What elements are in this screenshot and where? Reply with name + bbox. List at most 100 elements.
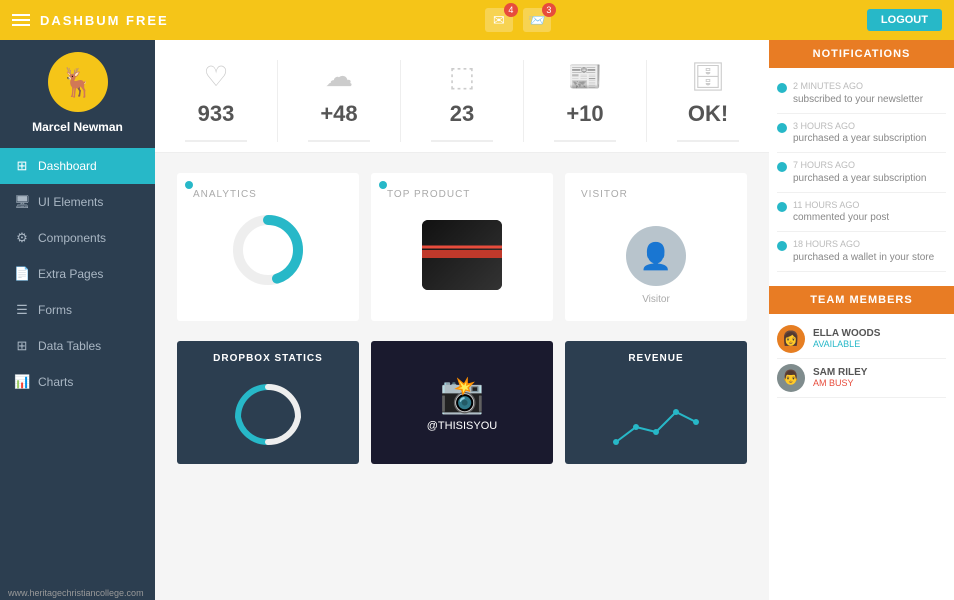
- stat-cloud: ☁ +48: [278, 60, 401, 142]
- heart-icon: ♡: [203, 60, 228, 93]
- team-member-name: ELLA WOODS: [813, 328, 946, 339]
- bottom-row: DROPBOX STATICS 📸 @THISISYOU REVENUE: [155, 341, 769, 480]
- monitor-icon: 🖥: [14, 194, 30, 210]
- sidebar-item-label: Dashboard: [38, 159, 97, 173]
- topbar-right: LOGOUT: [867, 9, 942, 31]
- news-icon: 📰: [568, 60, 603, 93]
- notif-text: 2 MINUTES AGO subscribed to your newslet…: [793, 80, 923, 107]
- sidebar-item-charts[interactable]: 📊 Charts: [0, 364, 155, 400]
- hamburger-menu[interactable]: [12, 14, 30, 26]
- product-dot: [379, 181, 387, 189]
- visitor-avatar: 👤: [626, 226, 686, 286]
- stat-divider: [308, 140, 369, 142]
- topbar-left: DASHBUM FREE: [12, 13, 169, 28]
- nav-list: ⊞ Dashboard 🖥 UI Elements ⚙ Components 📄…: [0, 148, 155, 400]
- stat-db-value: OK!: [688, 101, 728, 127]
- widget-product-label: TOP PRODUCT: [387, 189, 470, 200]
- team-member-name: SAM RILEY: [813, 367, 946, 378]
- sidebar-item-label: Charts: [38, 375, 73, 389]
- sidebar-item-ui-elements[interactable]: 🖥 UI Elements: [0, 184, 155, 220]
- sidebar-item-data-tables[interactable]: ⊞ Data Tables: [0, 328, 155, 364]
- analytics-dot: [185, 181, 193, 189]
- pages-icon: 📄: [14, 266, 30, 282]
- dropbox-chart: [189, 372, 347, 452]
- avatar: 🦌: [48, 52, 108, 112]
- widget-dropbox: DROPBOX STATICS: [177, 341, 359, 464]
- main-layout: 🦌 Marcel Newman ⊞ Dashboard 🖥 UI Element…: [0, 40, 954, 600]
- cloud-icon: ☁: [325, 60, 353, 93]
- wallet-stripe-bright: [422, 245, 502, 248]
- revenue-title: REVENUE: [577, 353, 735, 364]
- team-list: 👩 ELLA WOODS AVAILABLE 👨 SAM RILEY AM BU…: [769, 314, 954, 404]
- revenue-chart: [577, 372, 735, 452]
- donut-chart: [228, 210, 308, 290]
- notif-item: 3 HOURS AGO purchased a year subscriptio…: [777, 114, 946, 154]
- stat-divider: [677, 140, 738, 142]
- team-avatar: 👩: [777, 325, 805, 353]
- stat-db: 🗄 OK!: [647, 60, 769, 142]
- mail-badge: 4: [504, 3, 518, 17]
- notif-dot: [777, 83, 787, 93]
- sidebar-item-components[interactable]: ⚙ Components: [0, 220, 155, 256]
- database-icon: 🗄: [690, 60, 726, 93]
- sidebar-item-label: Forms: [38, 303, 72, 317]
- dashboard-icon: ⊞: [14, 158, 30, 174]
- mail-icon-wrap[interactable]: ✉ 4: [485, 8, 513, 32]
- wallet-image: [422, 220, 502, 290]
- components-icon: ⚙: [14, 230, 30, 246]
- notif-text: 18 HOURS AGO purchased a wallet in your …: [793, 238, 934, 265]
- team-item: 👨 SAM RILEY AM BUSY: [777, 359, 946, 398]
- stat-likes-value: 933: [198, 101, 235, 127]
- widget-revenue: REVENUE: [565, 341, 747, 464]
- team-info: SAM RILEY AM BUSY: [813, 367, 946, 388]
- topbar: DASHBUM FREE ✉ 4 📨 3 LOGOUT: [0, 0, 954, 40]
- team-item: 👩 ELLA WOODS AVAILABLE: [777, 320, 946, 359]
- notif-item: 2 MINUTES AGO subscribed to your newslet…: [777, 74, 946, 114]
- notif-text: 11 HOURS AGO commented your post: [793, 199, 889, 226]
- notifications-header: NOTIFICATIONS: [769, 40, 954, 68]
- deer-icon: 🦌: [60, 66, 95, 99]
- sidebar-item-label: Data Tables: [38, 339, 101, 353]
- dropbox-title: DROPBOX STATICS: [189, 353, 347, 364]
- logout-button[interactable]: LOGOUT: [867, 9, 942, 31]
- widget-instagram: 📸 @THISISYOU: [371, 341, 553, 464]
- stat-likes: ♡ 933: [155, 60, 278, 142]
- notif-dot: [777, 162, 787, 172]
- stat-cloud-value: +48: [320, 101, 357, 127]
- sidebar-item-forms[interactable]: ☰ Forms: [0, 292, 155, 328]
- notif-item: 18 HOURS AGO purchased a wallet in your …: [777, 232, 946, 272]
- forms-icon: ☰: [14, 302, 30, 318]
- widget-product: TOP PRODUCT: [371, 173, 553, 321]
- notif-dot: [777, 123, 787, 133]
- widget-analytics-label: ANALYTICS: [193, 189, 257, 200]
- team-avatar: 👨: [777, 364, 805, 392]
- topbar-icons: ✉ 4 📨 3: [485, 8, 551, 32]
- sidebar-item-extra-pages[interactable]: 📄 Extra Pages: [0, 256, 155, 292]
- team-members-header: TEAM MEMBERS: [769, 286, 954, 314]
- stat-inbox: ⬚ 23: [401, 60, 524, 142]
- inbox-icon: ⬚: [449, 60, 475, 93]
- instagram-icon: 📸: [440, 374, 485, 416]
- notif-text: 7 HOURS AGO purchased a year subscriptio…: [793, 159, 926, 186]
- sidebar-item-label: UI Elements: [38, 195, 103, 209]
- notif-dot: [777, 202, 787, 212]
- notif-item: 7 HOURS AGO purchased a year subscriptio…: [777, 153, 946, 193]
- stat-divider: [554, 140, 615, 142]
- team-info: ELLA WOODS AVAILABLE: [813, 328, 946, 349]
- team-member-status: AM BUSY: [813, 378, 946, 388]
- widgets-row: ANALYTICS TOP PRODUCT: [155, 153, 769, 341]
- brand-title: DASHBUM FREE: [40, 13, 169, 28]
- widget-visitor-label: VISITOR: [581, 189, 628, 200]
- notif-item: 11 HOURS AGO commented your post: [777, 193, 946, 233]
- stat-news-value: +10: [566, 101, 603, 127]
- wallet-stripe-red: [422, 250, 502, 258]
- sidebar-item-dashboard[interactable]: ⊞ Dashboard: [0, 148, 155, 184]
- widget-analytics: ANALYTICS: [177, 173, 359, 321]
- envelope-icon-wrap[interactable]: 📨 3: [523, 8, 551, 32]
- sidebar-item-label: Components: [38, 231, 106, 245]
- sidebar-item-label: Extra Pages: [38, 267, 103, 281]
- stat-divider: [431, 140, 492, 142]
- sidebar: 🦌 Marcel Newman ⊞ Dashboard 🖥 UI Element…: [0, 40, 155, 600]
- notif-text: 3 HOURS AGO purchased a year subscriptio…: [793, 120, 926, 147]
- charts-icon: 📊: [14, 374, 30, 390]
